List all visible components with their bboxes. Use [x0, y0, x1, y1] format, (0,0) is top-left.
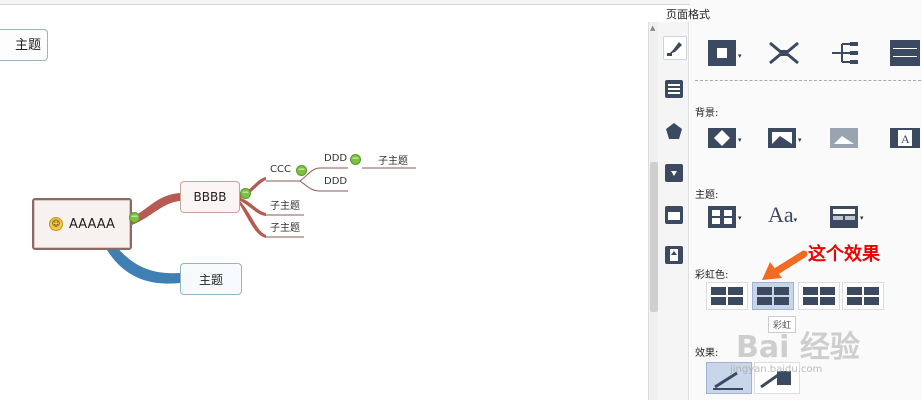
svg-text:▾: ▾ — [860, 214, 864, 222]
panel-title: 页面格式 — [666, 8, 710, 21]
annotation-callout: 这个效果 — [808, 244, 880, 265]
central-topic-label: AAAAA — [69, 216, 115, 232]
subtopic-ddd-2[interactable]: DDD — [324, 176, 347, 187]
annotation-arrow — [762, 250, 808, 280]
svg-text:▾: ▾ — [798, 136, 802, 144]
scroll-up-icon[interactable]: ▲ — [650, 24, 655, 32]
structure-tree-icon[interactable] — [828, 40, 862, 66]
phone-upload-icon[interactable] — [665, 246, 683, 264]
structure-list-icon[interactable] — [890, 40, 922, 66]
effect-label: 效果: — [695, 348, 719, 359]
calendar-icon[interactable] — [665, 206, 683, 224]
subtopic-ddd-child[interactable]: 子主题 — [378, 152, 408, 167]
brush-icon[interactable] — [663, 36, 687, 60]
background-label: 背景: — [695, 108, 719, 119]
collapse-icon[interactable]: − — [240, 188, 251, 199]
arrow-down-icon[interactable] — [665, 164, 683, 182]
smiley-icon: ☺ — [49, 217, 64, 231]
scroll-thumb[interactable] — [650, 162, 658, 312]
format-sidebar — [658, 22, 689, 400]
rainbow-option-3[interactable] — [798, 282, 840, 310]
theme-style-icon[interactable]: ▾ — [708, 204, 742, 230]
subtopic-ddd-1[interactable]: DDD — [324, 153, 347, 164]
mindmap-canvas[interactable]: 主题 ☺ AAAAA − BBBB − 主题 CCC − DDD − 子主题 D… — [0, 5, 648, 400]
topic-main[interactable]: 主题 — [180, 263, 242, 295]
rainbow-option-2[interactable] — [752, 282, 794, 310]
rainbow-option-4[interactable] — [842, 282, 884, 310]
collapse-icon[interactable]: − — [129, 212, 140, 223]
background-color-icon[interactable]: ▾ — [708, 124, 742, 150]
subtopic-ccc[interactable]: CCC — [270, 164, 291, 175]
subtopic-1[interactable]: 子主题 — [270, 197, 300, 212]
theme-color-icon[interactable]: ▾ — [830, 204, 864, 230]
panel-divider — [695, 80, 921, 81]
svg-text:A: A — [901, 132, 910, 146]
structure-map-icon[interactable]: ▾ — [708, 40, 742, 66]
subtopic-2[interactable]: 子主题 — [270, 219, 300, 234]
baidu-watermark-url: jingyan.baidu.com — [730, 364, 823, 375]
theme-label: 主题: — [695, 190, 719, 201]
rainbow-label: 彩虹色: — [695, 270, 729, 281]
background-image-icon[interactable]: ▾ — [768, 124, 802, 150]
collapse-icon[interactable]: − — [350, 154, 361, 165]
svg-text:▾: ▾ — [738, 214, 742, 222]
central-topic[interactable]: ☺ AAAAA — [32, 198, 132, 250]
theme-font-glyph: Aa — [768, 202, 794, 227]
structure-logic-icon[interactable] — [768, 40, 802, 66]
pentagon-icon[interactable] — [665, 122, 683, 140]
floating-topic-label: 主题 — [14, 38, 41, 53]
topic-bbbb[interactable]: BBBB — [180, 181, 240, 213]
topic-main-label: 主题 — [198, 272, 223, 287]
floating-topic[interactable]: 主题 — [0, 29, 48, 61]
outline-list-icon[interactable] — [665, 80, 683, 98]
topic-bbbb-label: BBBB — [193, 190, 227, 204]
baidu-watermark: Bai 经验 — [736, 330, 860, 365]
rainbow-option-1[interactable] — [706, 282, 748, 310]
watermark-image-icon[interactable] — [830, 124, 864, 150]
watermark-text-icon[interactable]: A — [890, 124, 922, 150]
collapse-icon[interactable]: − — [296, 165, 307, 176]
svg-text:▾: ▾ — [738, 136, 742, 144]
theme-font-icon[interactable]: Aa▾ — [768, 202, 802, 228]
